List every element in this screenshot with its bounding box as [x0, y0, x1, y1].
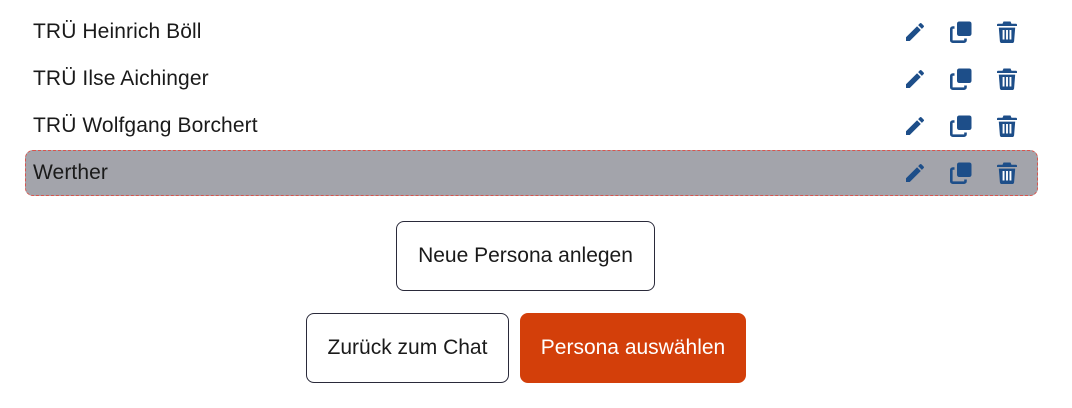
trash-icon[interactable]: [995, 67, 1019, 91]
trash-icon[interactable]: [995, 161, 1019, 185]
persona-list: TRÜ Heinrich Böll TRÜ Ilse Aichinger TRÜ…: [25, 9, 1038, 197]
pencil-icon[interactable]: [903, 161, 927, 185]
persona-name: TRÜ Wolfgang Borchert: [33, 114, 258, 137]
persona-name: TRÜ Heinrich Böll: [33, 20, 202, 43]
copy-icon[interactable]: [949, 67, 973, 91]
copy-icon[interactable]: [949, 20, 973, 44]
copy-icon[interactable]: [949, 114, 973, 138]
persona-row[interactable]: TRÜ Wolfgang Borchert: [25, 103, 1038, 149]
persona-row-selected[interactable]: Werther: [25, 150, 1038, 196]
row-actions: [903, 114, 1019, 138]
persona-name: Werther: [33, 161, 108, 184]
select-persona-button[interactable]: Persona auswählen: [520, 313, 746, 383]
pencil-icon[interactable]: [903, 67, 927, 91]
persona-name: TRÜ Ilse Aichinger: [33, 67, 209, 90]
row-actions: [903, 20, 1019, 44]
pencil-icon[interactable]: [903, 114, 927, 138]
copy-icon[interactable]: [949, 161, 973, 185]
pencil-icon[interactable]: [903, 20, 927, 44]
row-actions: [903, 67, 1019, 91]
new-persona-button[interactable]: Neue Persona anlegen: [396, 221, 655, 291]
persona-row[interactable]: TRÜ Ilse Aichinger: [25, 56, 1038, 102]
row-actions: [903, 161, 1019, 185]
trash-icon[interactable]: [995, 114, 1019, 138]
trash-icon[interactable]: [995, 20, 1019, 44]
back-to-chat-button[interactable]: Zurück zum Chat: [306, 313, 509, 383]
persona-row[interactable]: TRÜ Heinrich Böll: [25, 9, 1038, 55]
